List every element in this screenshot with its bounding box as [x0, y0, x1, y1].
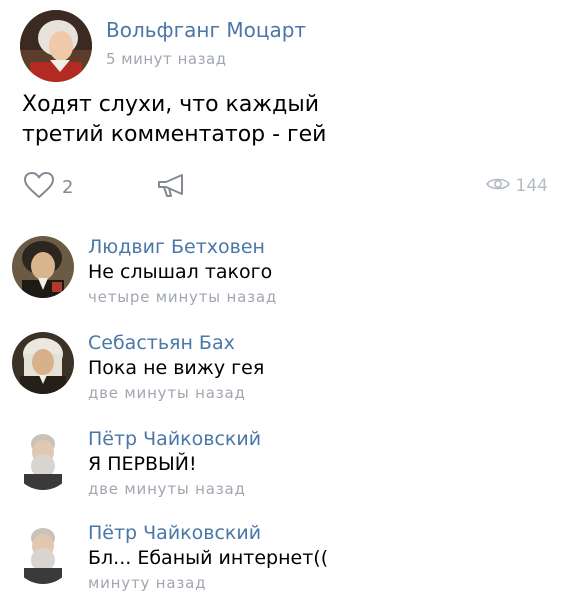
- like-button[interactable]: 2: [24, 172, 73, 203]
- comment-author-avatar[interactable]: [12, 332, 74, 394]
- eye-icon: [485, 176, 510, 196]
- comment-author-avatar[interactable]: [12, 522, 74, 584]
- comment-item: Себастьян Бах Пока не вижу гея две минут…: [0, 332, 574, 424]
- heart-icon: [24, 172, 54, 203]
- comment-author-avatar[interactable]: [12, 236, 74, 298]
- views-count: 144: [515, 176, 548, 196]
- comment-text: Пока не вижу гея: [88, 357, 265, 379]
- comment-text: Я ПЕРВЫЙ!: [88, 453, 197, 475]
- post-text: Ходят слухи, что каждый третий комментат…: [22, 90, 542, 150]
- comment-item: Пётр Чайковский Бл... Ебаный интернет(( …: [0, 522, 574, 614]
- post-author-avatar[interactable]: [20, 10, 92, 82]
- comment-item: Пётр Чайковский Я ПЕРВЫЙ! две минуты наз…: [0, 428, 574, 520]
- comment-timestamp[interactable]: две минуты назад: [88, 480, 246, 498]
- post-author-name[interactable]: Вольфганг Моцарт: [106, 18, 306, 42]
- comment-author-name[interactable]: Пётр Чайковский: [88, 428, 261, 450]
- comment-text: Бл... Ебаный интернет((: [88, 547, 329, 569]
- comment-author-name[interactable]: Людвиг Бетховен: [88, 236, 265, 258]
- post-text-line: Ходят слухи, что каждый: [22, 92, 319, 117]
- comment-item: Людвиг Бетховен Не слышал такого четыре …: [0, 236, 574, 328]
- comment-timestamp[interactable]: две минуты назад: [88, 384, 246, 402]
- comment-author-avatar[interactable]: [12, 428, 74, 490]
- comment-timestamp[interactable]: минуту назад: [88, 574, 206, 592]
- comment-author-name[interactable]: Пётр Чайковский: [88, 522, 261, 544]
- megaphone-icon: [156, 174, 186, 204]
- post-actions-bar: 2 144: [0, 168, 574, 208]
- like-count: 2: [62, 177, 74, 198]
- share-button[interactable]: [156, 172, 186, 204]
- post-timestamp[interactable]: 5 минут назад: [106, 50, 227, 68]
- post-text-line: третий комментатор - гей: [22, 122, 327, 147]
- comment-author-name[interactable]: Себастьян Бах: [88, 332, 235, 354]
- comment-text: Не слышал такого: [88, 261, 273, 283]
- comment-timestamp[interactable]: четыре минуты назад: [88, 288, 277, 306]
- views-counter: 144: [485, 176, 548, 196]
